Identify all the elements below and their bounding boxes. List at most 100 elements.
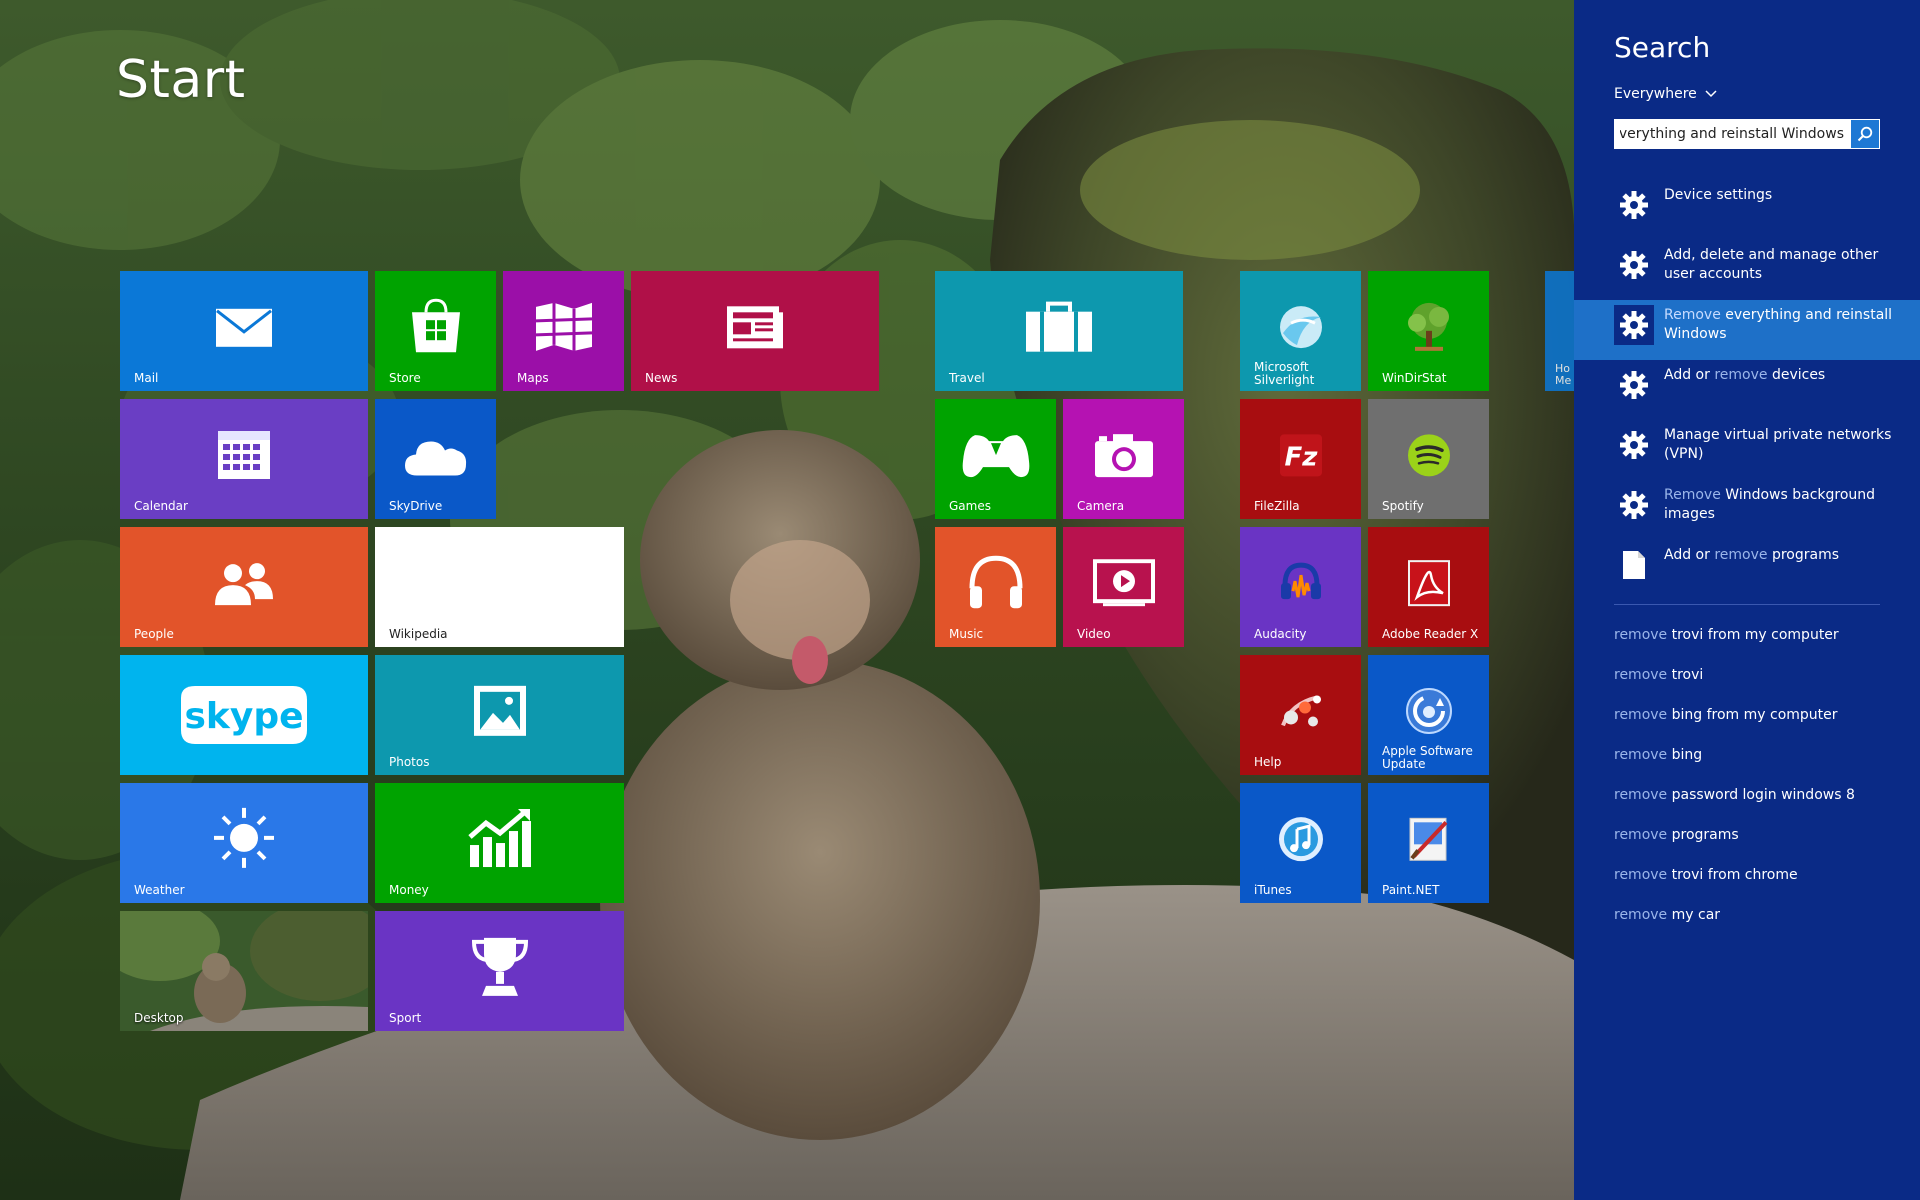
tile-label: WinDirStat bbox=[1382, 371, 1447, 385]
tile-filezilla[interactable]: Fz FileZilla bbox=[1240, 399, 1361, 519]
search-result-label: Add, delete and manage other user accoun… bbox=[1664, 246, 1920, 284]
tile-label: Microsoft Silverlight bbox=[1254, 360, 1315, 387]
results-divider bbox=[1614, 604, 1880, 605]
search-result-label: Manage virtual private networks (VPN) bbox=[1664, 426, 1920, 464]
search-result-label: Add or remove devices bbox=[1664, 366, 1839, 385]
gear-icon bbox=[1614, 185, 1654, 225]
gear-icon bbox=[1614, 425, 1654, 465]
tile-desktop[interactable]: Desktop bbox=[120, 911, 368, 1031]
tile-sport[interactable]: Sport bbox=[375, 911, 624, 1031]
search-suggestion-item[interactable]: remove programs bbox=[1614, 822, 1904, 862]
search-suggestion-item[interactable]: remove trovi bbox=[1614, 662, 1904, 702]
video-icon bbox=[1092, 559, 1155, 607]
suggestion-rest: programs bbox=[1667, 827, 1739, 843]
tile-video[interactable]: Video bbox=[1063, 527, 1184, 647]
spotify-icon bbox=[1406, 432, 1452, 478]
tile-silverlight[interactable]: Microsoft Silverlight bbox=[1240, 271, 1361, 391]
tile-spotify[interactable]: Spotify bbox=[1368, 399, 1489, 519]
cloud-icon bbox=[403, 433, 469, 477]
tile-music[interactable]: Music bbox=[935, 527, 1056, 647]
chevron-down-icon bbox=[1705, 84, 1717, 104]
search-result-item[interactable]: Add, delete and manage other user accoun… bbox=[1574, 240, 1920, 300]
tile-maps[interactable]: Maps bbox=[503, 271, 624, 391]
suggestion-rest: trovi from my computer bbox=[1667, 627, 1839, 643]
search-result-item[interactable]: Remove everything and reinstall Windows bbox=[1574, 300, 1920, 360]
tile-photos[interactable]: Photos bbox=[375, 655, 624, 775]
result-text: devices bbox=[1767, 367, 1826, 383]
search-suggestion-item[interactable]: remove my car bbox=[1614, 902, 1904, 942]
tile-label: FileZilla bbox=[1254, 499, 1300, 513]
apple-update-icon bbox=[1404, 686, 1454, 736]
tile-label: People bbox=[134, 627, 174, 641]
tile-adobe-reader[interactable]: Adobe Reader X bbox=[1368, 527, 1489, 647]
silverlight-icon bbox=[1277, 303, 1325, 351]
search-result-item[interactable]: Add or remove devices bbox=[1574, 360, 1920, 420]
tile-label: iTunes bbox=[1254, 883, 1292, 897]
tile-windirstat[interactable]: WinDirStat bbox=[1368, 271, 1489, 391]
suggestion-rest: trovi from chrome bbox=[1667, 867, 1798, 883]
tile-money[interactable]: Money bbox=[375, 783, 624, 903]
tile-mail[interactable]: Mail bbox=[120, 271, 368, 391]
paintnet-icon bbox=[1406, 816, 1452, 862]
search-result-item[interactable]: Remove Windows background images bbox=[1574, 480, 1920, 540]
search-suggestion-item[interactable]: remove trovi from chrome bbox=[1614, 862, 1904, 902]
tile-camera[interactable]: Camera bbox=[1063, 399, 1184, 519]
tile-label: Sport bbox=[389, 1011, 422, 1025]
tile-travel[interactable]: Travel bbox=[935, 271, 1183, 391]
tile-label: Ho Me bbox=[1555, 362, 1572, 387]
tile-calendar[interactable]: Calendar bbox=[120, 399, 368, 519]
result-text: Device settings bbox=[1664, 187, 1773, 203]
store-icon bbox=[408, 296, 464, 356]
search-suggestion-item[interactable]: remove bing bbox=[1614, 742, 1904, 782]
gear-icon bbox=[1614, 305, 1654, 345]
gear-icon bbox=[1614, 365, 1654, 405]
search-suggestions: remove trovi from my computer remove trov… bbox=[1614, 622, 1904, 942]
search-box bbox=[1614, 119, 1880, 149]
photos-icon bbox=[473, 685, 527, 737]
search-result-label: Add or remove programs bbox=[1664, 546, 1853, 565]
tile-label: Audacity bbox=[1254, 627, 1307, 641]
tile-label: Maps bbox=[517, 371, 549, 385]
tile-apple-software-update[interactable]: Apple Software Update bbox=[1368, 655, 1489, 775]
tile-news[interactable]: News bbox=[631, 271, 879, 391]
search-result-item[interactable]: Add or remove programs bbox=[1574, 540, 1920, 600]
tile-wikipedia[interactable]: Wikipedia bbox=[375, 527, 624, 647]
search-pane-title: Search bbox=[1614, 31, 1711, 64]
tile-itunes[interactable]: iTunes bbox=[1240, 783, 1361, 903]
tile-label: Music bbox=[949, 627, 984, 641]
search-suggestion-item[interactable]: remove bing from my computer bbox=[1614, 702, 1904, 742]
suggestion-prefix: remove bbox=[1614, 907, 1668, 923]
tile-help[interactable]: Help bbox=[1240, 655, 1361, 775]
headphones-icon bbox=[966, 552, 1026, 612]
search-result-item[interactable]: Device settings bbox=[1574, 180, 1920, 240]
suggestion-rest: trovi bbox=[1667, 667, 1704, 683]
tile-partial[interactable]: Ho Me bbox=[1545, 271, 1574, 391]
suggestion-prefix: remove bbox=[1614, 627, 1668, 643]
result-text: Manage virtual private networks (VPN) bbox=[1664, 427, 1892, 462]
camera-icon bbox=[1093, 431, 1155, 479]
tile-weather[interactable]: Weather bbox=[120, 783, 368, 903]
suitcase-icon bbox=[1024, 300, 1094, 354]
tile-store[interactable]: Store bbox=[375, 271, 496, 391]
tile-label: Money bbox=[389, 883, 429, 897]
suggestion-prefix: remove bbox=[1614, 667, 1668, 683]
itunes-icon bbox=[1277, 815, 1325, 863]
result-text: Add or bbox=[1664, 367, 1715, 383]
search-result-item[interactable]: Manage virtual private networks (VPN) bbox=[1574, 420, 1920, 480]
search-input[interactable] bbox=[1614, 119, 1850, 149]
tile-skype[interactable]: skype bbox=[120, 655, 368, 775]
tile-people[interactable]: People bbox=[120, 527, 368, 647]
tile-label: Calendar bbox=[134, 499, 188, 513]
tile-games[interactable]: Games bbox=[935, 399, 1056, 519]
search-suggestion-item[interactable]: remove password login windows 8 bbox=[1614, 782, 1904, 822]
tile-label: Video bbox=[1077, 627, 1111, 641]
search-suggestion-item[interactable]: remove trovi from my computer bbox=[1614, 622, 1904, 662]
tile-skydrive[interactable]: SkyDrive bbox=[375, 399, 496, 519]
document-icon bbox=[1614, 545, 1654, 585]
search-scope-dropdown[interactable]: Everywhere bbox=[1614, 84, 1717, 104]
sun-icon bbox=[212, 806, 276, 870]
gear-icon bbox=[1614, 485, 1654, 525]
search-icon[interactable] bbox=[1851, 120, 1879, 148]
tile-audacity[interactable]: Audacity bbox=[1240, 527, 1361, 647]
tile-paint-net[interactable]: Paint.NET bbox=[1368, 783, 1489, 903]
